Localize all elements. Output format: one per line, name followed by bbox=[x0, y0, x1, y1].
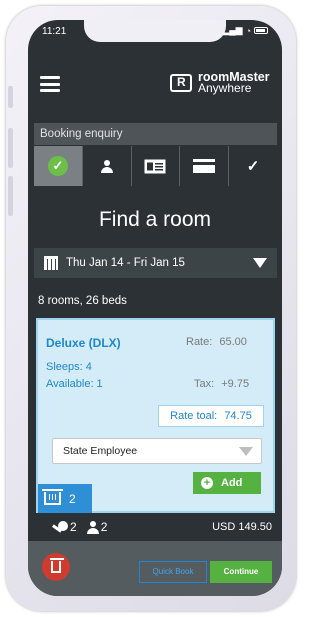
key-icon bbox=[52, 521, 68, 533]
status-time: 11:21 bbox=[42, 26, 67, 37]
rate-total-value: 74.75 bbox=[224, 410, 252, 422]
id-card-icon bbox=[144, 159, 166, 173]
status-icons: ▂▄▆ ◔ bbox=[222, 25, 268, 36]
check-circle-icon: ✓ bbox=[47, 156, 68, 176]
footer-actions: Quick Book Continue bbox=[28, 541, 282, 596]
rate-type-value: State Employee bbox=[63, 445, 138, 457]
roommaster-logo-icon bbox=[170, 74, 192, 92]
phone-notch bbox=[84, 20, 226, 42]
date-range-selector[interactable]: Thu Jan 14 - Fri Jan 15 bbox=[34, 248, 277, 278]
mute-switch bbox=[8, 86, 13, 108]
battery-icon bbox=[254, 27, 268, 34]
volume-down-button bbox=[8, 176, 13, 216]
guests-count: 2 bbox=[100, 520, 108, 534]
booking-enquiry-label: Booking enquiry bbox=[34, 123, 277, 145]
basket-count: 2 bbox=[69, 491, 76, 506]
room-card: Deluxe (DLX) Rate: 65.00 Sleeps: 4 Avail… bbox=[36, 318, 275, 513]
booking-steps: ✓ ✓ bbox=[34, 146, 277, 186]
room-available: Available: 1 bbox=[46, 378, 103, 390]
dropdown-arrow-icon bbox=[253, 258, 267, 268]
signal-icon: ▂▄▆ bbox=[222, 25, 243, 35]
menu-icon[interactable] bbox=[40, 76, 60, 92]
rate-value: 65.00 bbox=[219, 336, 247, 348]
continue-button[interactable]: Continue bbox=[210, 561, 272, 583]
step-availability[interactable]: ✓ bbox=[34, 146, 83, 186]
basket-icon bbox=[42, 489, 63, 505]
booking-summary-bar: 2 2 USD 149.50 bbox=[28, 515, 282, 539]
tax-value: +9.75 bbox=[221, 378, 250, 390]
rate-type-select[interactable]: State Employee bbox=[52, 438, 262, 464]
rate-label: Rate: bbox=[186, 336, 213, 348]
basket-badge[interactable]: 2 bbox=[38, 484, 92, 513]
rate-total-label: Rate toal: bbox=[170, 410, 218, 422]
brand-subtitle: Anywhere bbox=[198, 81, 252, 95]
chevron-down-icon bbox=[239, 446, 253, 456]
step-payment[interactable] bbox=[180, 146, 230, 186]
step-confirm[interactable]: ✓ bbox=[229, 146, 277, 186]
rooms-selected-count: 2 bbox=[70, 520, 77, 534]
app-screen: 11:21 ▂▄▆ ◔ roomMaster Anywhere Booking … bbox=[28, 20, 282, 596]
tax-label: Tax: bbox=[194, 378, 215, 390]
step-guest[interactable] bbox=[83, 146, 132, 186]
room-name: Deluxe (DLX) bbox=[46, 336, 121, 350]
quick-book-button[interactable]: Quick Book bbox=[139, 561, 207, 583]
brand-logo: roomMaster Anywhere bbox=[170, 71, 270, 95]
rooms-summary: 8 rooms, 26 beds bbox=[38, 295, 127, 307]
add-button-label: Add bbox=[221, 477, 243, 489]
guest-icon bbox=[86, 520, 99, 534]
volume-up-button bbox=[8, 128, 13, 168]
calendar-icon bbox=[44, 256, 58, 270]
delete-button[interactable] bbox=[42, 553, 70, 581]
room-tax: Tax: +9.75 bbox=[194, 378, 249, 390]
step-details[interactable] bbox=[132, 146, 181, 186]
add-room-button[interactable]: + Add bbox=[193, 472, 261, 494]
wifi-icon: ◔ bbox=[245, 25, 251, 36]
rate-total-box: Rate toal: 74.75 bbox=[158, 405, 264, 427]
checkmark-icon: ✓ bbox=[246, 158, 260, 175]
page-title: Find a room bbox=[98, 208, 212, 231]
room-rate: Rate: 65.00 bbox=[186, 336, 247, 348]
credit-card-icon bbox=[193, 159, 216, 173]
room-sleeps: Sleeps: 4 bbox=[46, 361, 92, 373]
total-price: USD 149.50 bbox=[212, 521, 272, 533]
plus-icon: + bbox=[201, 477, 213, 489]
trash-icon bbox=[50, 558, 64, 573]
person-icon bbox=[100, 159, 113, 173]
date-range-label: Thu Jan 14 - Fri Jan 15 bbox=[66, 257, 185, 269]
